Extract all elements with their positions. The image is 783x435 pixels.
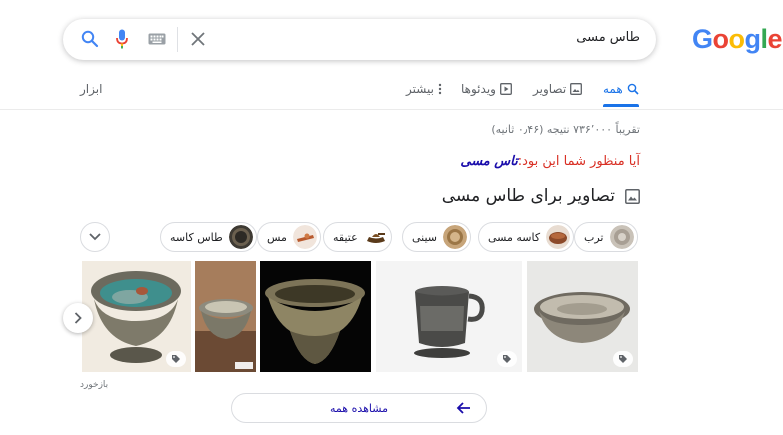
keyboard-icon[interactable]: [145, 28, 169, 50]
microphone-icon[interactable]: [113, 28, 131, 50]
google-logo[interactable]: Google: [692, 24, 783, 55]
did-you-mean-prefix: آیا منظور شما این بود:: [517, 154, 640, 169]
search-tabs: همه تصاویر ویدئوها بیشتر ابزار: [0, 72, 783, 110]
chip-related-search[interactable]: طاس کاسه: [160, 222, 257, 252]
view-all-button[interactable]: مشاهده همه: [231, 393, 487, 423]
chip-label: مس: [267, 230, 287, 244]
chip-related-search[interactable]: سینی: [402, 222, 472, 252]
tab-videos-label: ویدئوها: [461, 82, 496, 96]
tag-icon: [613, 351, 633, 367]
clear-icon[interactable]: [187, 28, 209, 50]
chip-label: سینی: [412, 230, 438, 244]
image-result[interactable]: [82, 261, 191, 372]
search-icon: [627, 83, 639, 95]
carousel-scroll-button[interactable]: [63, 303, 93, 333]
chip-related-search[interactable]: مس: [257, 222, 321, 252]
logo-letter: G: [692, 24, 713, 54]
view-all-label: مشاهده همه: [330, 401, 388, 415]
chip-related-search[interactable]: کاسه مسی: [478, 222, 575, 252]
chip-label: طاس کاسه: [170, 230, 223, 244]
chevron-down-icon: [89, 233, 101, 241]
more-vert-icon: [438, 83, 442, 95]
image-result[interactable]: [376, 261, 522, 372]
chip-thumbnail: [292, 225, 317, 249]
tab-images[interactable]: تصاویر: [533, 82, 583, 96]
chip-thumbnail: [609, 225, 634, 249]
image-icon: [570, 83, 583, 95]
chip-label: عتیقه: [333, 230, 358, 244]
logo-letter: l: [760, 24, 769, 54]
result-stats: تقریباً ۷۳۶٬۰۰۰ نتیجه (۰٫۴۶ ثانیه): [491, 123, 640, 136]
tag-icon: [497, 351, 517, 367]
image-result[interactable]: [195, 261, 256, 372]
suggestion-bold: تاس: [494, 154, 518, 169]
tab-all[interactable]: همه: [603, 82, 639, 107]
did-you-mean-suggestion[interactable]: تاس: [494, 154, 517, 169]
tab-tools[interactable]: ابزار: [80, 82, 102, 96]
image-result[interactable]: [527, 261, 638, 372]
chip-label: کاسه مسی: [488, 230, 541, 244]
logo-letter: o: [728, 24, 746, 54]
chip-thumbnail: [443, 225, 468, 249]
feedback-link[interactable]: بازخورد: [80, 380, 108, 390]
tab-videos[interactable]: ویدئوها: [461, 82, 512, 96]
search-box[interactable]: طاس مسی: [63, 19, 656, 60]
did-you-mean-suggestion-rest[interactable]: مسی: [460, 154, 494, 169]
arrow-left-icon: [456, 402, 470, 414]
tab-more[interactable]: بیشتر: [406, 82, 442, 96]
chip-thumbnail: [546, 225, 571, 249]
search-icon[interactable]: [79, 28, 101, 50]
chips-expand-button[interactable]: [80, 222, 110, 252]
images-section-heading[interactable]: تصاویر برای طاس مسی: [442, 186, 640, 206]
search-input[interactable]: طاس مسی: [576, 30, 640, 45]
images-heading-text: تصاویر برای طاس مسی: [441, 186, 615, 206]
chip-thumbnail: [228, 225, 253, 249]
chip-related-search[interactable]: ترب: [574, 222, 638, 252]
tab-tools-label: ابزار: [80, 82, 103, 96]
tab-all-label: همه: [603, 82, 623, 96]
tag-icon: [166, 351, 186, 367]
image-icon: [625, 188, 640, 204]
play-icon: [500, 83, 512, 95]
logo-letter: g: [744, 24, 762, 54]
tab-more-label: بیشتر: [406, 82, 434, 96]
did-you-mean: آیا منظور شما این بود:تاس مسی: [460, 154, 640, 169]
image-thumbnail: [260, 261, 371, 372]
search-divider: [177, 27, 178, 52]
chip-label: ترب: [584, 230, 604, 244]
image-thumbnail: [195, 261, 256, 372]
chip-thumbnail: [363, 225, 388, 249]
chevron-right-icon: [74, 312, 82, 324]
image-result[interactable]: [260, 261, 371, 372]
logo-letter: e: [767, 24, 783, 54]
tab-images-label: تصاویر: [533, 82, 567, 96]
chip-related-search[interactable]: عتیقه: [323, 222, 392, 252]
logo-letter: o: [712, 24, 730, 54]
